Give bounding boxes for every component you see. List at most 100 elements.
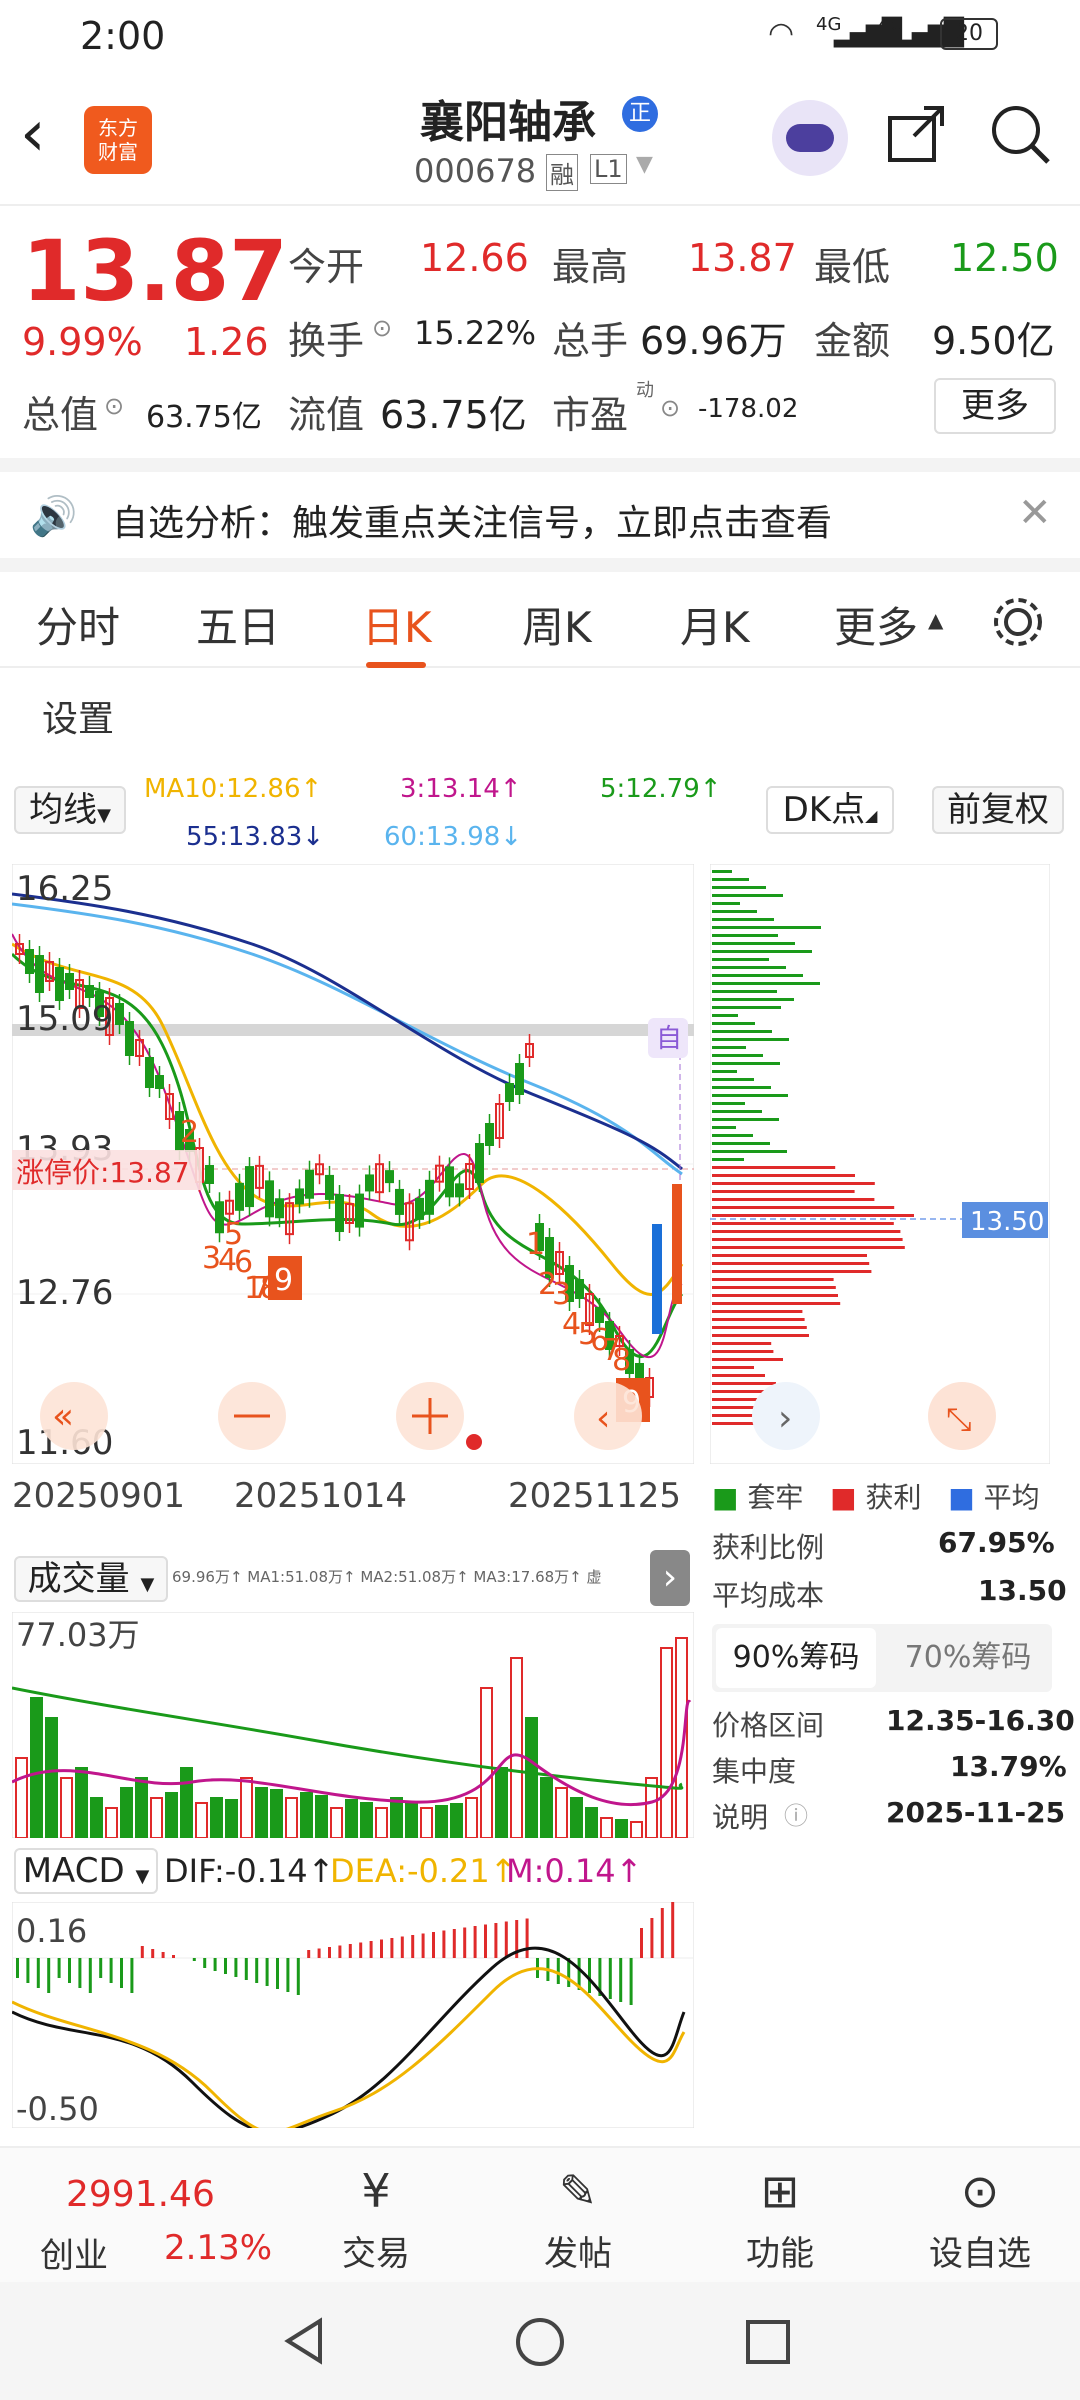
current-dot <box>466 1434 482 1450</box>
tab-daily-k[interactable]: 日K <box>362 594 432 655</box>
index-change[interactable]: 2.13% <box>164 2228 272 2268</box>
open-value: 12.66 <box>420 236 529 280</box>
back-nav-icon[interactable] <box>280 2316 330 2366</box>
brand-logo: 东方 财富 <box>84 106 152 174</box>
tab-monthly-k[interactable]: 月K <box>680 594 750 655</box>
dk-point-button[interactable]: DK点◢ <box>766 786 894 834</box>
chip-bar <box>712 998 794 1001</box>
adjust-button[interactable]: 前复权 <box>932 786 1064 834</box>
chip-bar <box>712 1182 875 1185</box>
macd-bar <box>224 1958 227 1974</box>
chip-bar <box>712 958 769 961</box>
settings-link[interactable]: 设置 <box>42 690 114 742</box>
macd-bar <box>161 1952 165 1958</box>
alert-banner[interactable]: 🔊 自选分析：触发重点关注信号，立即点击查看 ✕ <box>0 458 1080 558</box>
tab-weekly-k[interactable]: 周K <box>522 594 592 655</box>
profit-ratio-label: 获利比例 <box>712 1531 825 1564</box>
chip-bar <box>712 1086 771 1089</box>
volume-bar <box>315 1795 328 1838</box>
volume-bar <box>45 1717 58 1838</box>
nav-post[interactable]: ✎ 发帖 <box>508 2156 648 2275</box>
macd-selector[interactable]: MACD ▼ <box>14 1848 158 1894</box>
volume-bar <box>615 1819 628 1838</box>
tab-five-day[interactable]: 五日 <box>196 594 280 655</box>
avg-cost-value: 13.50 <box>978 1574 1067 1607</box>
stock-code: 000678 <box>414 152 537 190</box>
chip-bar <box>712 1190 855 1193</box>
dropdown-icon[interactable]: ▼ <box>636 152 653 177</box>
clock: 2:00 <box>80 14 166 58</box>
volume-bar <box>270 1789 283 1838</box>
open-label: 今开 <box>288 245 365 289</box>
macd-bar <box>400 1936 404 1958</box>
chip-bar <box>712 894 783 897</box>
macd-bar <box>504 1921 508 1958</box>
volume-bar <box>120 1787 133 1838</box>
chip-bar <box>712 918 774 921</box>
chip-bar <box>712 1270 872 1273</box>
index-value[interactable]: 2991.46 <box>66 2174 215 2215</box>
macd-bottom-label: -0.50 <box>16 2090 99 2128</box>
m-value: M:0.14↑ <box>506 1852 643 1890</box>
macd-bar <box>650 1918 654 1958</box>
info-icon[interactable]: ⓘ <box>784 1796 808 1831</box>
info-icon[interactable]: ⊙ <box>104 392 124 420</box>
candle-prev <box>652 1224 662 1334</box>
nav-add-watchlist[interactable]: ⊙ 设自选 <box>910 2156 1050 2275</box>
chip-bar <box>712 1278 834 1281</box>
macd-bar <box>36 1958 40 1988</box>
chip-bar <box>712 1366 754 1369</box>
dea-value: DEA:-0.21↑ <box>330 1852 517 1890</box>
last-price: 13.87 <box>22 222 288 320</box>
candle-last <box>672 1184 682 1304</box>
close-icon[interactable]: ✕ <box>1018 490 1052 536</box>
macd-bar <box>369 1941 373 1958</box>
tab-90-chips[interactable]: 90%筹码 <box>716 1628 876 1688</box>
chip-bar <box>712 1302 841 1305</box>
expand-indicators-icon[interactable]: › <box>650 1550 690 1606</box>
assistant-avatar-icon[interactable] <box>772 100 848 176</box>
volume-selector[interactable]: 成交量 ▼ <box>14 1556 168 1602</box>
chip-bar <box>712 902 740 905</box>
volume-selector-label: 成交量 <box>27 1559 130 1599</box>
macd-bar <box>463 1927 467 1958</box>
signal-a-9: 9 <box>274 1263 293 1298</box>
ma-selector[interactable]: 均线▼ <box>14 786 126 834</box>
pe-dynamic-tag: 动 <box>636 380 654 401</box>
kline-chart[interactable]: 自 16.25 15.09 13.93 12.76 11.60 涨停价:13.8… <box>12 864 694 1464</box>
macd-bar <box>588 1958 591 1993</box>
macd-top-label: 0.16 <box>16 1912 87 1950</box>
macd-bar <box>265 1958 269 1986</box>
more-button[interactable]: 更多 <box>934 378 1056 434</box>
macd-bar <box>494 1923 498 1958</box>
info-icon[interactable]: ⊙ <box>660 394 680 422</box>
chip-bar <box>712 1286 836 1289</box>
macd-bar <box>619 1958 623 2002</box>
tab-70-chips[interactable]: 70%筹码 <box>888 1628 1048 1688</box>
gear-icon[interactable] <box>990 594 1046 650</box>
macd-bar <box>338 1945 342 1958</box>
chip-bar <box>712 1134 753 1137</box>
info-icon[interactable]: ⊙ <box>372 314 392 342</box>
tab-intraday[interactable]: 分时 <box>36 594 120 655</box>
note-label: 说明 <box>712 1801 769 1834</box>
chip-bar <box>712 1230 901 1233</box>
chip-bar <box>712 870 732 873</box>
concentration-value: 13.79% <box>950 1750 1067 1783</box>
search-icon[interactable] <box>988 102 1052 166</box>
macd-bar <box>78 1958 82 1988</box>
back-icon[interactable]: ‹ <box>20 102 46 166</box>
macd-selector-label: MACD <box>22 1851 125 1891</box>
home-nav-icon[interactable] <box>514 2316 566 2368</box>
macd-bar <box>660 1908 664 1958</box>
index-name[interactable]: 创业 <box>40 2228 108 2277</box>
recents-nav-icon[interactable] <box>744 2318 792 2366</box>
share-icon[interactable] <box>884 102 948 166</box>
nav-trade[interactable]: ¥ 交易 <box>306 2156 446 2275</box>
tab-more[interactable]: 更多 <box>834 594 918 655</box>
self-marker-label: 自 <box>656 1024 682 1054</box>
trade-icon: ¥ <box>361 2164 391 2218</box>
nav-functions[interactable]: ⊞ 功能 <box>710 2156 850 2275</box>
macd-bar <box>47 1958 51 1993</box>
nav-trade-label: 交易 <box>342 2234 410 2274</box>
